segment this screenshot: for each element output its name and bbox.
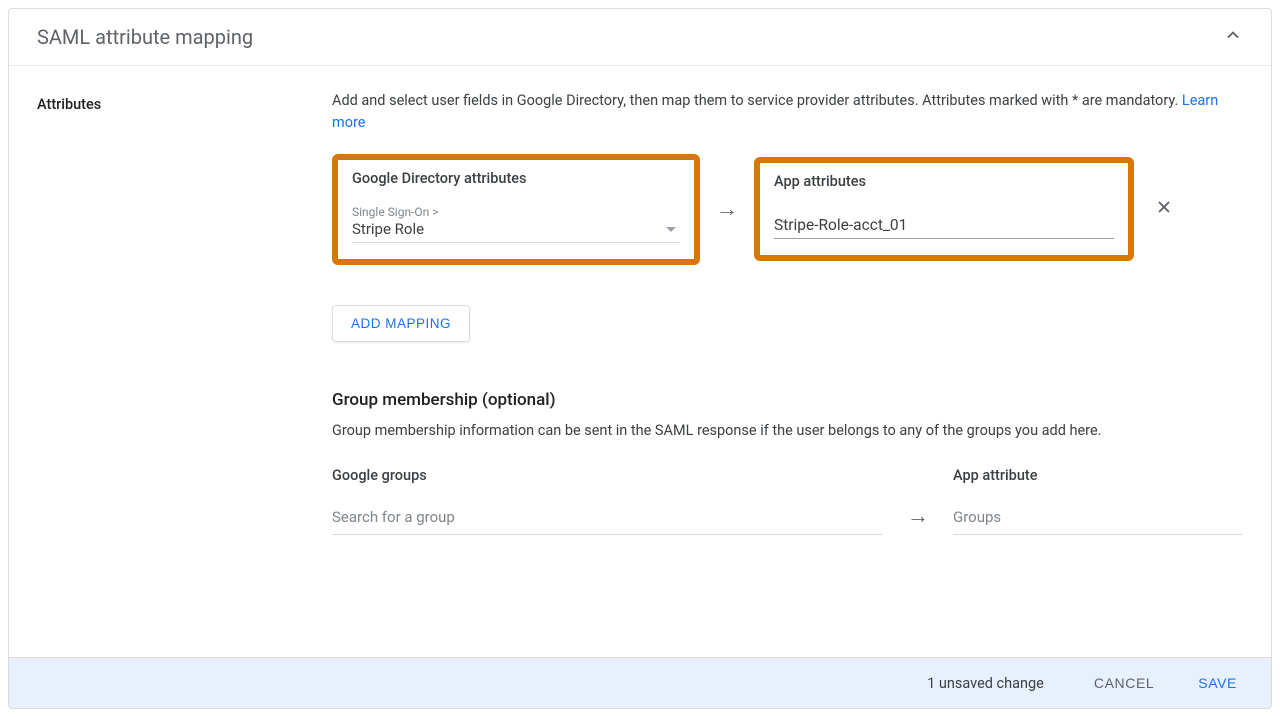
google-groups-column: Google groups [332,467,883,535]
app-attribute-box: App attributes [754,157,1134,261]
group-membership-title: Group membership (optional) [332,390,1243,410]
left-column: Attributes [37,90,332,657]
right-column: Add and select user fields in Google Dir… [332,90,1243,657]
close-icon [1154,197,1174,217]
directory-attribute-select[interactable]: Single Sign-On > Stripe Role [352,205,680,243]
directory-attribute-box: Google Directory attributes Single Sign-… [332,154,700,265]
group-membership-description: Group membership information can be sent… [332,420,1243,442]
description-text: Add and select user fields in Google Dir… [332,92,1182,109]
chevron-down-icon [666,227,676,232]
save-button[interactable]: SAVE [1192,674,1243,692]
attributes-section-label: Attributes [37,90,332,113]
app-attribute-input[interactable] [774,208,1114,239]
app-attribute-column: App attribute [953,467,1243,535]
group-row: Google groups → App attribute [332,467,1243,535]
saml-mapping-panel: SAML attribute mapping Attributes Add an… [8,8,1272,709]
google-groups-label: Google groups [332,467,883,484]
unsaved-changes-label: 1 unsaved change [927,675,1044,692]
panel-title: SAML attribute mapping [37,25,253,49]
select-category: Single Sign-On > [352,205,680,219]
group-search-input[interactable] [332,506,883,535]
add-mapping-button[interactable]: ADD MAPPING [332,305,470,342]
mapping-row: Google Directory attributes Single Sign-… [332,154,1243,265]
arrow-right-icon: → [907,503,929,535]
collapse-toggle[interactable] [1223,25,1243,49]
group-app-attribute-label: App attribute [953,467,1243,484]
panel-body: Attributes Add and select user fields in… [9,66,1271,657]
attributes-description: Add and select user fields in Google Dir… [332,90,1243,134]
chevron-up-icon [1223,25,1243,45]
select-value: Stripe Role [352,220,680,238]
remove-mapping-button[interactable] [1154,197,1174,222]
directory-attributes-label: Google Directory attributes [352,170,680,187]
arrow-right-icon: → [716,196,738,222]
panel-header: SAML attribute mapping [9,9,1271,66]
cancel-button[interactable]: CANCEL [1088,674,1160,692]
app-attributes-label: App attributes [774,173,1114,190]
panel-footer: 1 unsaved change CANCEL SAVE [9,657,1271,708]
group-app-attribute-input[interactable] [953,506,1243,535]
